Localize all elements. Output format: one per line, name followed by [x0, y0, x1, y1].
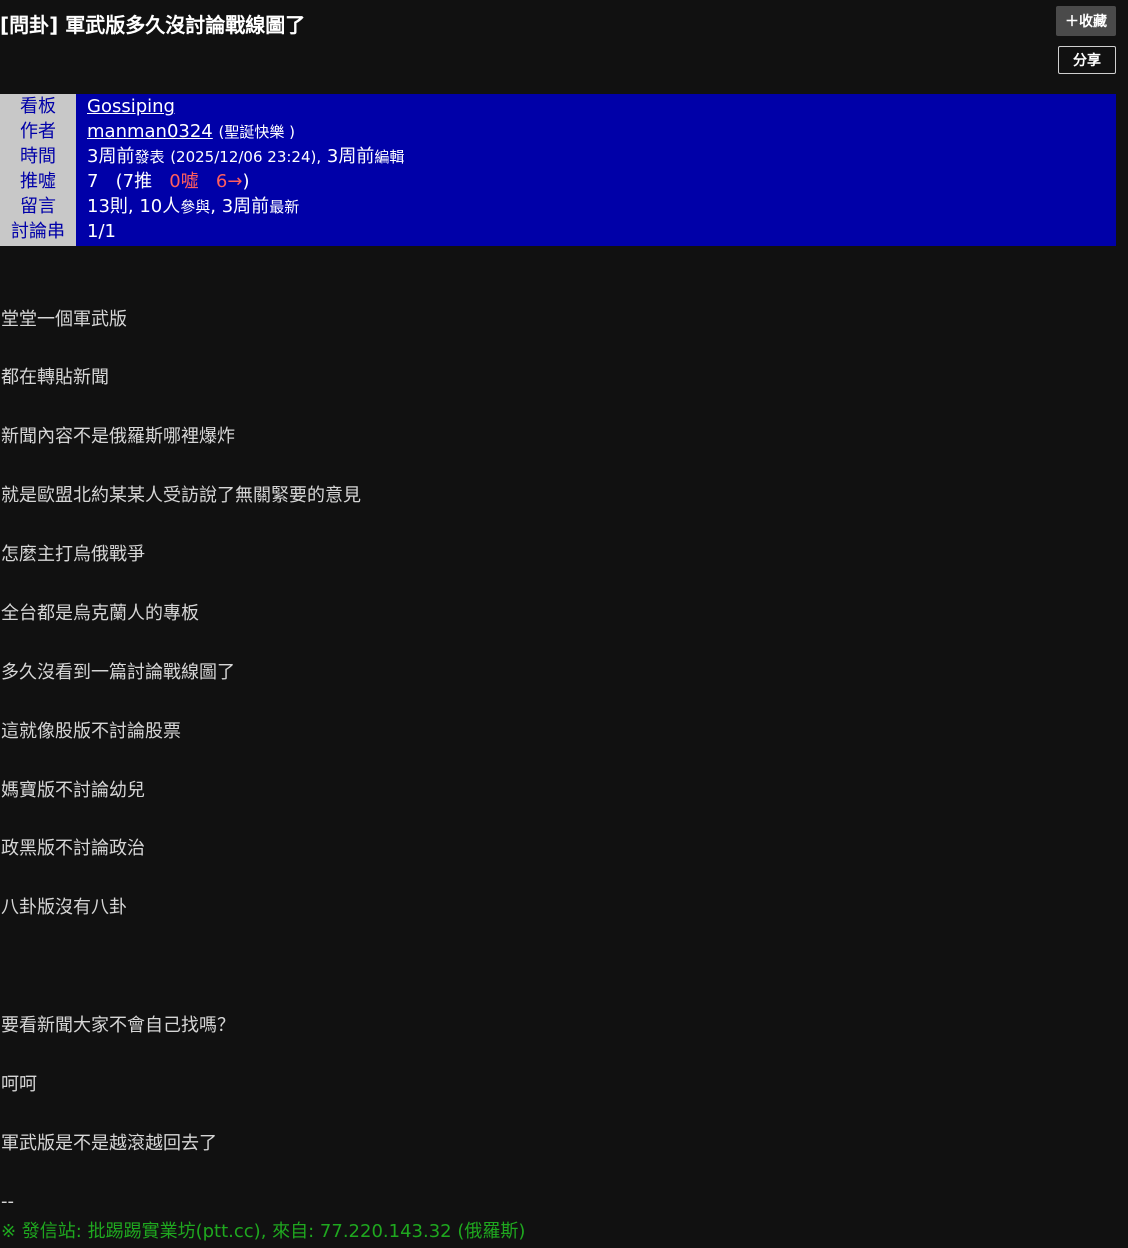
author-nickname: (聖誕快樂 ) [218, 123, 295, 141]
thread-position: 1/1 [87, 221, 116, 242]
meta-row-votes: 推噓 7 (7推 0噓 6→) [0, 169, 1116, 194]
comment-count: 13則, 10人 [87, 196, 181, 217]
meta-label-comments: 留言 [20, 196, 56, 217]
participants-word: 參與 [180, 198, 211, 216]
edited-word: 編輯 [374, 148, 405, 166]
edited-ago: 3周前 [326, 146, 375, 167]
posted-ago: 3周前 [87, 146, 135, 167]
meta-row-board: 看板 Gossiping [0, 94, 1116, 119]
content-line: 都在轉貼新聞 [1, 367, 109, 388]
favorite-button[interactable]: ＋收藏 [1056, 6, 1116, 36]
content-line: 多久沒看到一篇討論戰線圖了 [1, 662, 235, 683]
vote-score: 7 [87, 171, 99, 192]
article-metadata: 看板 Gossiping 作者 manman0324 (聖誕快樂 ) 時間 3周… [0, 94, 1116, 246]
vote-close-paren: ) [242, 171, 250, 192]
latest-ago: , 3周前 [210, 196, 270, 217]
content-line: 呵呵 [1, 1074, 37, 1095]
signature-separator: -- [1, 1191, 14, 1212]
content-line: 這就像股版不討論股票 [1, 721, 181, 742]
author-link[interactable]: manman0324 [87, 121, 213, 142]
content-line: 八卦版沒有八卦 [1, 897, 127, 918]
meta-row-thread: 討論串 1/1 [0, 219, 1116, 244]
content-line: 新聞內容不是俄羅斯哪裡爆炸 [1, 426, 235, 447]
meta-label-votes: 推噓 [20, 171, 56, 192]
posted-date: (2025/12/06 23:24), [170, 148, 322, 166]
share-button[interactable]: 分享 [1058, 46, 1116, 74]
board-link[interactable]: Gossiping [87, 96, 175, 117]
content-line: 堂堂一個軍武版 [1, 309, 127, 330]
meta-row-author: 作者 manman0324 (聖誕快樂 ) [0, 119, 1116, 144]
content-line: 要看新聞大家不會自己找嗎？ [1, 1015, 235, 1036]
meta-row-time: 時間 3周前發表 (2025/12/06 23:24), 3周前編輯 [0, 144, 1116, 169]
vote-arrow-count: 6→ [215, 171, 243, 192]
meta-label-time: 時間 [20, 146, 56, 167]
latest-word: 最新 [269, 198, 300, 216]
content-line: 媽寶版不討論幼兒 [1, 780, 145, 801]
vote-boo-count: 0噓 [169, 171, 199, 192]
content-line: 全台都是烏克蘭人的專板 [1, 603, 199, 624]
vote-push-count: (7推 [115, 171, 153, 192]
content-line: 軍武版是不是越滾越回去了 [1, 1133, 217, 1154]
meta-label-board: 看板 [20, 96, 56, 117]
post-title: [問卦] 軍武版多久沒討論戰線圖了 [0, 13, 306, 37]
content-line: 政黑版不討論政治 [1, 838, 145, 859]
meta-row-comments: 留言 13則, 10人參與, 3周前最新 [0, 194, 1116, 219]
meta-label-author: 作者 [20, 121, 56, 142]
content-line: 就是歐盟北約某某人受訪說了無關緊要的意見 [1, 485, 361, 506]
posted-word: 發表 [134, 148, 165, 166]
meta-label-thread: 討論串 [11, 221, 65, 242]
content-line: 怎麼主打烏俄戰爭 [1, 544, 145, 565]
article-page: [問卦] 軍武版多久沒討論戰線圖了 ＋收藏 分享 看板 Gossiping 作者… [0, 0, 1128, 1248]
origin-signature: ※ 發信站: 批踢踢實業坊(ptt.cc), 來自: 77.220.143.32… [1, 1221, 526, 1242]
